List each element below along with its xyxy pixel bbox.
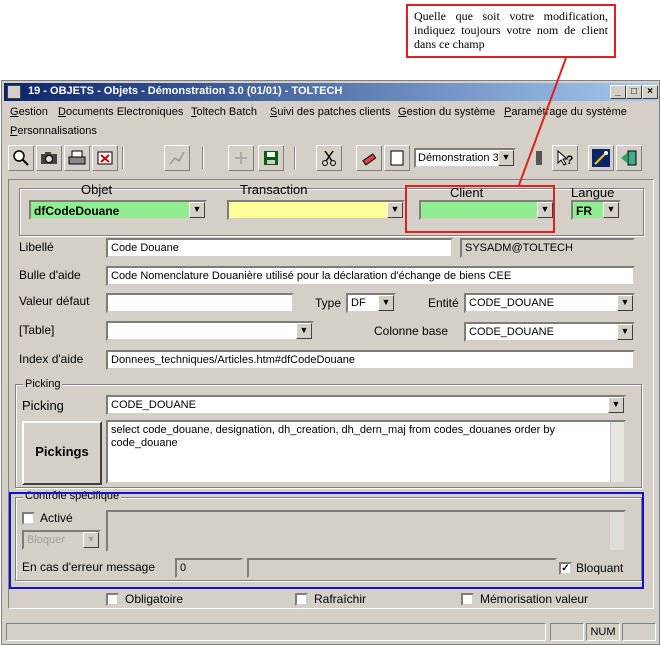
app-icon xyxy=(7,85,21,99)
chevron-down-icon[interactable]: ▼ xyxy=(189,202,205,218)
chevron-down-icon[interactable]: ▼ xyxy=(603,202,619,218)
entite-label: Entité xyxy=(428,296,459,310)
transaction-combo[interactable]: ▼ xyxy=(227,200,405,220)
type-label: Type xyxy=(315,296,342,310)
tool-icon[interactable] xyxy=(528,145,548,171)
picking-value: CODE_DOUANE xyxy=(111,399,196,411)
chart-icon[interactable] xyxy=(164,145,190,171)
status-cell xyxy=(622,623,656,641)
libelle-field[interactable]: Code Douane xyxy=(106,238,453,258)
bulle-field[interactable]: Code Nomenclature Douanière utilisé pour… xyxy=(106,266,635,286)
picking-combo[interactable]: CODE_DOUANE ▼ xyxy=(106,395,626,415)
picking-sql-field[interactable]: select code_douane, designation, dh_crea… xyxy=(106,420,626,484)
maximize-icon[interactable]: □ xyxy=(626,85,642,99)
status-cell xyxy=(550,623,584,641)
memorisation-label: Mémorisation valeur xyxy=(480,592,589,606)
picking-sql-value: select code_douane, designation, dh_crea… xyxy=(111,424,555,449)
svg-text:?: ? xyxy=(566,153,573,167)
objet-combo[interactable]: dfCodeDouane ▼ xyxy=(29,200,207,220)
chevron-down-icon[interactable]: ▼ xyxy=(387,202,403,218)
minimize-icon[interactable]: _ xyxy=(610,85,626,99)
transaction-label: Transaction xyxy=(240,182,308,197)
type-value: DF xyxy=(351,297,366,309)
langue-combo[interactable]: FR ▼ xyxy=(571,200,621,220)
wand-icon[interactable] xyxy=(588,145,614,171)
table-combo[interactable]: ▼ xyxy=(106,321,314,341)
memorisation-checkbox[interactable] xyxy=(461,593,474,606)
chevron-down-icon[interactable]: ▼ xyxy=(296,323,312,339)
langue-value: FR xyxy=(576,204,592,218)
scrollbar[interactable] xyxy=(610,422,624,482)
export-icon[interactable] xyxy=(92,145,118,171)
status-main xyxy=(6,623,546,641)
entite-value: CODE_DOUANE xyxy=(469,297,554,309)
help-icon[interactable]: ? xyxy=(552,145,578,171)
callout-note: Quelle que soit votre modification, indi… xyxy=(406,4,616,58)
chevron-down-icon[interactable]: ▼ xyxy=(617,295,633,311)
erase-icon[interactable] xyxy=(356,145,382,171)
menu-gestion[interactable]: Gestion xyxy=(10,106,48,118)
menu-suivi-patches[interactable]: Suivi des patches clients xyxy=(270,106,390,118)
user-field: SYSADM@TOLTECH xyxy=(460,238,635,258)
colonne-base-value: CODE_DOUANE xyxy=(469,326,554,338)
status-num: NUM xyxy=(586,623,620,641)
camera-icon[interactable] xyxy=(36,145,62,171)
rafraichir-label: Rafraîchir xyxy=(314,592,367,606)
close-icon[interactable]: × xyxy=(642,85,658,99)
pickings-button[interactable]: Pickings xyxy=(22,421,102,485)
save-icon[interactable] xyxy=(258,145,284,171)
libelle-label: Libellé xyxy=(19,240,54,254)
menu-toltech-batch[interactable]: Toltech Batch xyxy=(191,106,257,118)
colonne-base-combo[interactable]: CODE_DOUANE ▼ xyxy=(464,322,635,342)
chevron-down-icon[interactable]: ▼ xyxy=(617,324,633,340)
print-icon[interactable] xyxy=(64,145,90,171)
colonne-base-label: Colonne base xyxy=(374,324,449,338)
menu-gestion-systeme[interactable]: Gestion du système xyxy=(398,106,495,118)
bulle-label: Bulle d'aide xyxy=(19,268,81,282)
picking-group-title: Picking xyxy=(23,378,63,390)
index-aide-label: Index d'aide xyxy=(19,352,84,366)
picking-label: Picking xyxy=(22,398,64,413)
table-label: [Table] xyxy=(19,323,55,337)
rafraichir-checkbox[interactable] xyxy=(295,593,308,606)
chevron-down-icon[interactable]: ▼ xyxy=(608,397,624,413)
menu-parametrage[interactable]: Paramétrage du système xyxy=(504,106,627,118)
title-bar: 19 - OBJETS - Objets - Démonstration 3.0… xyxy=(4,83,658,101)
objet-label: Objet xyxy=(81,182,113,197)
cut-icon[interactable] xyxy=(316,145,342,171)
menu-personnalisations[interactable]: Personnalisations xyxy=(10,125,97,137)
index-aide-field[interactable]: Donnees_techniques/Articles.htm#dfCodeDo… xyxy=(106,350,635,370)
objet-value: dfCodeDouane xyxy=(34,204,120,218)
database-select-value: Démonstration 3 xyxy=(418,152,499,164)
type-combo[interactable]: DF ▼ xyxy=(346,293,396,313)
window-title: 19 - OBJETS - Objets - Démonstration 3.0… xyxy=(28,85,343,97)
langue-label: Langue xyxy=(571,185,615,200)
obligatoire-label: Obligatoire xyxy=(125,592,184,606)
controle-highlight-box xyxy=(9,492,644,589)
toolbar: Démonstration 3 ▼ ? xyxy=(4,143,657,173)
menu-documents[interactable]: Documents Electroniques xyxy=(58,106,183,118)
callout-text: Quelle que soit votre modification, indi… xyxy=(414,9,608,51)
valeur-defaut-label: Valeur défaut xyxy=(19,294,90,308)
new-doc-icon[interactable] xyxy=(384,145,410,171)
exit-icon[interactable] xyxy=(616,145,642,171)
valeur-defaut-field[interactable] xyxy=(106,293,294,313)
chevron-down-icon[interactable]: ▼ xyxy=(378,295,394,311)
database-select[interactable]: Démonstration 3 ▼ xyxy=(414,148,516,168)
chevron-down-icon[interactable]: ▼ xyxy=(498,150,514,166)
add-icon[interactable] xyxy=(228,145,254,171)
search-icon[interactable] xyxy=(8,145,34,171)
client-highlight-box xyxy=(405,185,555,233)
entite-combo[interactable]: CODE_DOUANE ▼ xyxy=(464,293,635,313)
obligatoire-checkbox[interactable] xyxy=(106,593,119,606)
